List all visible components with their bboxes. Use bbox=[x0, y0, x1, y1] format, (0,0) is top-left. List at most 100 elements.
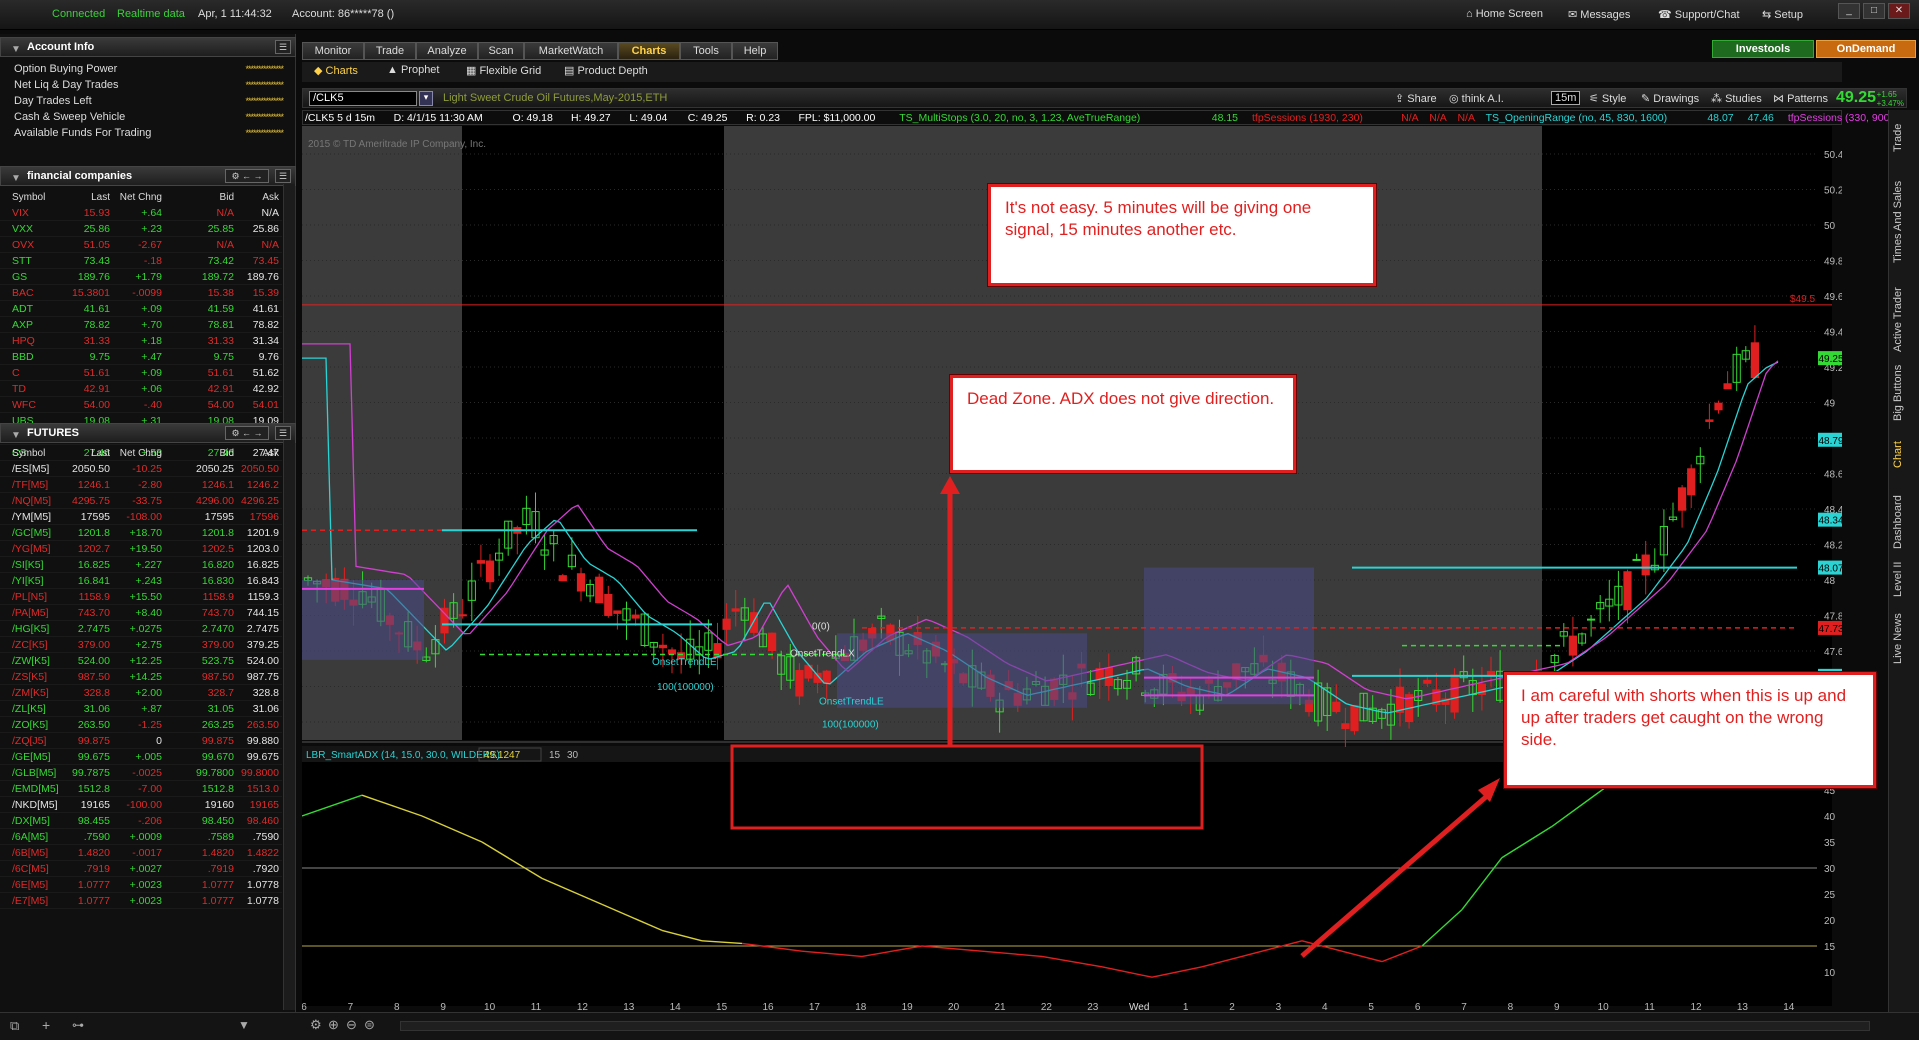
watchlist-row[interactable]: /GLB[M5] 99.7875 -.0025 99.7800 99.8000 bbox=[0, 765, 282, 781]
watchlist-row[interactable]: /YI[K5] 16.841 +.243 16.830 16.843 bbox=[0, 573, 282, 589]
drawings-button[interactable]: ✎ Drawings bbox=[1641, 92, 1699, 105]
share-button[interactable]: ⇪ Share bbox=[1395, 92, 1437, 105]
tab-tools[interactable]: Tools bbox=[680, 42, 732, 60]
add-icon[interactable]: + bbox=[42, 1017, 50, 1033]
watchlist-header[interactable]: ▼ financial companies ⚙ ← → ☰ bbox=[0, 166, 296, 186]
watchlist-row[interactable]: /GE[M5] 99.675 +.005 99.670 99.675 bbox=[0, 749, 282, 765]
investools-button[interactable]: Investools bbox=[1712, 40, 1814, 58]
side-tab-big-buttons[interactable]: Big Buttons bbox=[1892, 364, 1914, 422]
watchlist-row[interactable]: /ZS[K5] 987.50 +14.25 987.50 987.75 bbox=[0, 669, 282, 685]
watchlist-scrollbar[interactable] bbox=[283, 184, 295, 452]
watchlist-row[interactable]: /6E[M5] 1.0777 +.0023 1.0777 1.0778 bbox=[0, 877, 282, 893]
messages-button[interactable]: ✉ Messages bbox=[1568, 8, 1630, 21]
watchlist-row[interactable]: /ZM[K5] 328.8 +2.00 328.7 328.8 bbox=[0, 685, 282, 701]
maximize-button[interactable]: □ bbox=[1863, 3, 1885, 19]
watchlist-row[interactable]: AXP 78.82 +.70 78.81 78.82 bbox=[0, 317, 282, 333]
watchlist-row[interactable]: ADT 41.61 +.09 41.59 41.61 bbox=[0, 301, 282, 317]
menu-icon[interactable]: ☰ bbox=[275, 40, 291, 54]
chart-horizontal-scrollbar[interactable] bbox=[400, 1021, 1870, 1031]
watchlist-row[interactable]: /GC[M5] 1201.8 +18.70 1201.8 1201.9 bbox=[0, 525, 282, 541]
subtab-prophet[interactable]: ▲ Prophet bbox=[387, 64, 439, 76]
subtab-charts[interactable]: ◆ Charts bbox=[314, 64, 358, 77]
watchlist-row[interactable]: /ZW[K5] 524.00 +12.25 523.75 524.00 bbox=[0, 653, 282, 669]
tab-charts[interactable]: Charts bbox=[618, 42, 680, 60]
account-info-header[interactable]: ▼ Account Info ☰ bbox=[0, 37, 296, 57]
watchlist-row[interactable]: BBD 9.75 +.47 9.75 9.76 bbox=[0, 349, 282, 365]
menu-icon[interactable]: ☰ bbox=[275, 169, 291, 183]
watchlist-row[interactable]: /HG[K5] 2.7475 +.0275 2.7470 2.7475 bbox=[0, 621, 282, 637]
watchlist-row[interactable]: /ZO[K5] 263.50 -1.25 263.25 263.50 bbox=[0, 717, 282, 733]
watchlist-row[interactable]: /6C[M5] .7919 +.0027 .7919 .7920 bbox=[0, 861, 282, 877]
settings-icon[interactable]: ⚙ bbox=[310, 1017, 322, 1033]
ondemand-button[interactable]: OnDemand bbox=[1816, 40, 1916, 58]
tab-analyze[interactable]: Analyze bbox=[416, 42, 478, 60]
tab-help[interactable]: Help bbox=[732, 42, 778, 60]
gear-icon[interactable]: ⚙ ← → bbox=[225, 169, 269, 183]
menu-icon[interactable]: ☰ bbox=[275, 426, 291, 440]
side-tab-times-and-sales[interactable]: Times And Sales bbox=[1892, 168, 1914, 276]
watchlist-row[interactable]: /ZL[K5] 31.06 +.87 31.05 31.06 bbox=[0, 701, 282, 717]
subtab-flexible-grid[interactable]: ▦ Flexible Grid bbox=[466, 64, 541, 77]
watchlist-row[interactable]: /DX[M5] 98.455 -.206 98.450 98.460 bbox=[0, 813, 282, 829]
watchlist-row[interactable]: /EMD[M5] 1512.8 -7.00 1512.8 1513.0 bbox=[0, 781, 282, 797]
side-tab-dashboard[interactable]: Dashboard bbox=[1892, 490, 1914, 554]
watchlist-row[interactable]: BAC 15.3801 -.0099 15.38 15.39 bbox=[0, 285, 282, 301]
watchlist-row[interactable]: /NQ[M5] 4295.75 -33.75 4296.00 4296.25 bbox=[0, 493, 282, 509]
watchlist-row[interactable]: HPQ 31.33 +.18 31.33 31.34 bbox=[0, 333, 282, 349]
side-tab-level-ii[interactable]: Level II bbox=[1892, 558, 1914, 600]
home-screen-button[interactable]: ⌂ Home Screen bbox=[1466, 8, 1543, 20]
link-icon[interactable]: ⊶ bbox=[72, 1018, 84, 1032]
watchlist-row[interactable]: /YM[M5] 17595 -108.00 17595 17596 bbox=[0, 509, 282, 525]
think-ai-button[interactable]: ◎ think A.I. bbox=[1449, 92, 1504, 105]
side-tab-trade[interactable]: Trade bbox=[1892, 114, 1914, 162]
watchlist-row[interactable]: /YG[M5] 1202.7 +19.50 1202.5 1203.0 bbox=[0, 541, 282, 557]
collapse-icon[interactable]: ▼ bbox=[11, 41, 21, 59]
collapse-icon[interactable]: ▼ bbox=[11, 427, 21, 445]
zoom-in-icon[interactable]: ⊕ bbox=[328, 1017, 339, 1033]
watchlist-row[interactable]: /PA[M5] 743.70 +8.40 743.70 744.15 bbox=[0, 605, 282, 621]
watchlist-row[interactable]: /E7[M5] 1.0777 +.0023 1.0777 1.0778 bbox=[0, 893, 282, 909]
side-tab-active-trader[interactable]: Active Trader bbox=[1892, 280, 1914, 360]
patterns-button[interactable]: ⋈ Patterns bbox=[1773, 92, 1828, 105]
watchlist-row[interactable]: C 51.61 +.09 51.61 51.62 bbox=[0, 365, 282, 381]
side-tab-live-news[interactable]: Live News bbox=[1892, 604, 1914, 674]
minimize-button[interactable]: _ bbox=[1838, 3, 1860, 19]
watchlist-row[interactable]: /6B[M5] 1.4820 -.0017 1.4820 1.4822 bbox=[0, 845, 282, 861]
tab-monitor[interactable]: Monitor bbox=[302, 42, 364, 60]
watchlist-row[interactable]: /SI[K5] 16.825 +.227 16.820 16.825 bbox=[0, 557, 282, 573]
chevron-down-icon[interactable]: ▼ bbox=[238, 1018, 250, 1032]
watchlist-row[interactable]: STT 73.43 -.18 73.42 73.45 bbox=[0, 253, 282, 269]
subtab-product-depth[interactable]: ▤ Product Depth bbox=[564, 64, 648, 77]
studies-button[interactable]: ⁂ Studies bbox=[1711, 92, 1762, 105]
futures-scrollbar[interactable] bbox=[283, 440, 295, 1010]
tab-marketwatch[interactable]: MarketWatch bbox=[524, 42, 618, 60]
side-tab-chart[interactable]: Chart bbox=[1892, 426, 1914, 484]
tab-scan[interactable]: Scan bbox=[478, 42, 524, 60]
watchlist-row[interactable]: /ZC[K5] 379.00 +2.75 379.00 379.25 bbox=[0, 637, 282, 653]
watchlist-row[interactable]: /NKD[M5] 19165 -100.00 19160 19165 bbox=[0, 797, 282, 813]
watchlist-row[interactable]: OVX 51.05 -2.67 N/A N/A bbox=[0, 237, 282, 253]
watchlist-row[interactable]: TD 42.91 +.06 42.91 42.92 bbox=[0, 381, 282, 397]
zoom-out-icon[interactable]: ⊖ bbox=[346, 1017, 357, 1033]
watchlist-row[interactable]: GS 189.76 +1.79 189.72 189.76 bbox=[0, 269, 282, 285]
symbol-input[interactable]: /CLK5 bbox=[309, 91, 417, 106]
timeframe-selector[interactable]: 15m bbox=[1551, 91, 1581, 105]
watchlist-row[interactable]: WFC 54.00 -.40 54.00 54.01 bbox=[0, 397, 282, 413]
watchlist-row[interactable]: VIX 15.93 +.64 N/A N/A bbox=[0, 205, 282, 221]
style-button[interactable]: ⚟ Style bbox=[1589, 92, 1626, 105]
futures-header[interactable]: ▼ FUTURES ⚙ ← → ☰ bbox=[0, 423, 296, 443]
watchlist-row[interactable]: /ES[M5] 2050.50 -10.25 2050.25 2050.50 bbox=[0, 461, 282, 477]
fit-icon[interactable]: ⊜ bbox=[364, 1017, 375, 1033]
watchlist-row[interactable]: /PL[N5] 1158.9 +15.50 1158.9 1159.3 bbox=[0, 589, 282, 605]
support-chat-button[interactable]: ☎ Support/Chat bbox=[1658, 8, 1740, 21]
tab-trade[interactable]: Trade bbox=[364, 42, 416, 60]
watchlist-row[interactable]: /TF[M5] 1246.1 -2.80 1246.1 1246.2 bbox=[0, 477, 282, 493]
symbol-dropdown-icon[interactable]: ▾ bbox=[419, 91, 433, 106]
watchlist-row[interactable]: VXX 25.86 +.23 25.85 25.86 bbox=[0, 221, 282, 237]
gear-icon[interactable]: ⚙ ← → bbox=[225, 426, 269, 440]
layout-icon[interactable]: ⧉ bbox=[10, 1018, 19, 1034]
watchlist-row[interactable]: /ZQ[J5] 99.875 0 99.875 99.880 bbox=[0, 733, 282, 749]
collapse-icon[interactable]: ▼ bbox=[11, 170, 21, 188]
setup-button[interactable]: ⇆ Setup bbox=[1762, 8, 1803, 21]
close-button[interactable]: ✕ bbox=[1888, 3, 1910, 19]
